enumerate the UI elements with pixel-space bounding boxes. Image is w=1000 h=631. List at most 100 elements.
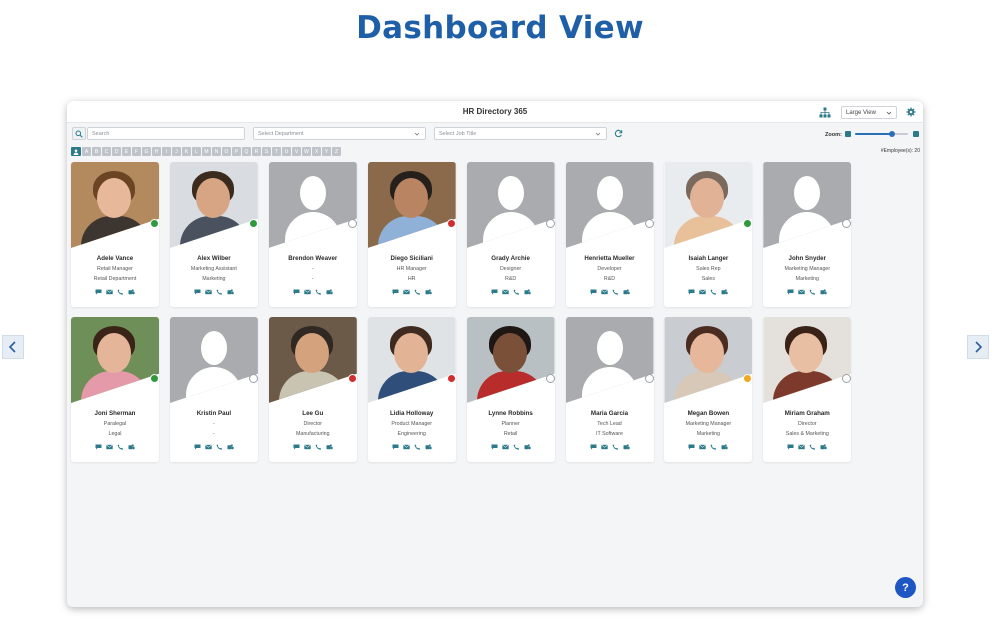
teams-icon[interactable] (326, 289, 333, 295)
alphabet-key-w[interactable]: W (302, 147, 311, 156)
alphabet-key-g[interactable]: G (142, 147, 151, 156)
alphabet-key-z[interactable]: Z (332, 147, 341, 156)
employee-card[interactable]: Lidia Holloway Product Manager Engineering (367, 317, 456, 462)
alphabet-key-i[interactable]: I (162, 147, 171, 156)
mail-icon[interactable] (106, 289, 113, 295)
employee-card[interactable]: Miriam Graham Director Sales & Marketing (763, 317, 852, 462)
phone-icon[interactable] (710, 444, 717, 450)
chat-icon[interactable] (787, 289, 794, 295)
employee-card[interactable]: John Snyder Marketing Manager Marketing (763, 162, 852, 307)
employee-name[interactable]: Alex Wilber (170, 255, 258, 262)
chat-icon[interactable] (590, 444, 597, 450)
mail-icon[interactable] (501, 444, 509, 450)
teams-icon[interactable] (128, 444, 135, 450)
teams-icon[interactable] (623, 289, 630, 295)
phone-icon[interactable] (117, 444, 124, 450)
carousel-prev-button[interactable] (2, 335, 24, 359)
teams-icon[interactable] (623, 444, 630, 450)
employee-name[interactable]: Joni Sherman (71, 410, 159, 417)
chat-icon[interactable] (688, 444, 695, 450)
department-select[interactable]: Select Department (253, 127, 426, 140)
teams-icon[interactable] (820, 289, 827, 295)
phone-icon[interactable] (414, 289, 421, 295)
phone-icon[interactable] (315, 444, 322, 450)
zoom-slider[interactable] (855, 131, 908, 137)
teams-icon[interactable] (227, 444, 234, 450)
mail-icon[interactable] (600, 289, 608, 295)
alphabet-key-o[interactable]: O (222, 147, 231, 156)
job-title-select[interactable]: Select Job Title (434, 127, 607, 140)
alphabet-key-b[interactable]: B (92, 147, 101, 156)
teams-icon[interactable] (326, 444, 333, 450)
alphabet-key-y[interactable]: Y (322, 147, 331, 156)
zoom-slider-thumb[interactable] (889, 131, 896, 137)
alphabet-key-d[interactable]: D (112, 147, 121, 156)
carousel-next-button[interactable] (967, 335, 989, 359)
employee-name[interactable]: Diego Siciliani (368, 255, 456, 262)
phone-icon[interactable] (315, 289, 322, 295)
employee-card[interactable]: Lee Gu Director Manufacturing (268, 317, 357, 462)
mail-icon[interactable] (402, 289, 410, 295)
employee-name[interactable]: John Snyder (763, 255, 851, 262)
help-button[interactable]: ? (895, 577, 916, 598)
teams-icon[interactable] (524, 289, 531, 295)
mail-icon[interactable] (205, 444, 212, 450)
employee-card[interactable]: Adele Vance Retail Manager Retail Departme… (71, 162, 159, 307)
teams-icon[interactable] (425, 289, 432, 295)
alphabet-key-t[interactable]: T (272, 147, 281, 156)
employee-name[interactable]: Grady Archie (467, 255, 555, 262)
mail-icon[interactable] (699, 444, 707, 450)
employee-name[interactable]: Kristin Paul (170, 410, 258, 417)
employee-name[interactable]: Megan Bowen (664, 410, 752, 417)
alphabet-key-l[interactable]: L (192, 147, 201, 156)
mail-icon[interactable] (798, 289, 806, 295)
employee-name[interactable]: Adele Vance (71, 255, 159, 262)
employee-name[interactable]: Lynne Robbins (467, 410, 555, 417)
org-chart-icon[interactable] (819, 107, 831, 118)
teams-icon[interactable] (721, 444, 728, 450)
chat-icon[interactable] (95, 289, 102, 295)
chat-icon[interactable] (590, 289, 597, 295)
phone-icon[interactable] (513, 289, 520, 295)
phone-icon[interactable] (612, 444, 619, 450)
alphabet-all-button[interactable] (71, 147, 81, 156)
mail-icon[interactable] (699, 289, 707, 295)
mail-icon[interactable] (600, 444, 608, 450)
alphabet-key-m[interactable]: M (202, 147, 211, 156)
employee-card[interactable]: Lynne Robbins Planner Retail (466, 317, 555, 462)
employee-card[interactable]: Brendon Weaver - - (268, 162, 357, 307)
employee-card[interactable]: Isaiah Langer Sales Rep Sales (664, 162, 753, 307)
mail-icon[interactable] (402, 444, 410, 450)
alphabet-key-s[interactable]: S (262, 147, 271, 156)
alphabet-key-u[interactable]: U (282, 147, 291, 156)
chat-icon[interactable] (293, 289, 300, 295)
chat-icon[interactable] (491, 444, 498, 450)
alphabet-key-f[interactable]: F (132, 147, 141, 156)
teams-icon[interactable] (128, 289, 135, 295)
phone-icon[interactable] (513, 444, 520, 450)
employee-card[interactable]: Alex Wilber Marketing Assistant Marketing (169, 162, 258, 307)
phone-icon[interactable] (612, 289, 619, 295)
phone-icon[interactable] (414, 444, 421, 450)
chat-icon[interactable] (194, 444, 201, 450)
employee-name[interactable]: Lidia Holloway (368, 410, 456, 417)
alphabet-key-k[interactable]: K (182, 147, 191, 156)
mail-icon[interactable] (303, 289, 311, 295)
chat-icon[interactable] (392, 289, 399, 295)
alphabet-key-x[interactable]: X (312, 147, 321, 156)
zoom-out-button[interactable] (845, 131, 851, 137)
employee-name[interactable]: Brendon Weaver (269, 255, 357, 262)
chat-icon[interactable] (491, 289, 498, 295)
employee-name[interactable]: Isaiah Langer (664, 255, 752, 262)
mail-icon[interactable] (303, 444, 311, 450)
mail-icon[interactable] (106, 444, 113, 450)
alphabet-key-r[interactable]: R (252, 147, 261, 156)
employee-name[interactable]: Miriam Graham (763, 410, 851, 417)
employee-card[interactable]: Megan Bowen Marketing Manager Marketing (664, 317, 753, 462)
alphabet-key-h[interactable]: H (152, 147, 161, 156)
search-input[interactable]: Search (87, 127, 245, 140)
alphabet-key-v[interactable]: V (292, 147, 301, 156)
alphabet-key-j[interactable]: J (172, 147, 181, 156)
refresh-icon[interactable] (614, 129, 623, 138)
chat-icon[interactable] (688, 289, 695, 295)
